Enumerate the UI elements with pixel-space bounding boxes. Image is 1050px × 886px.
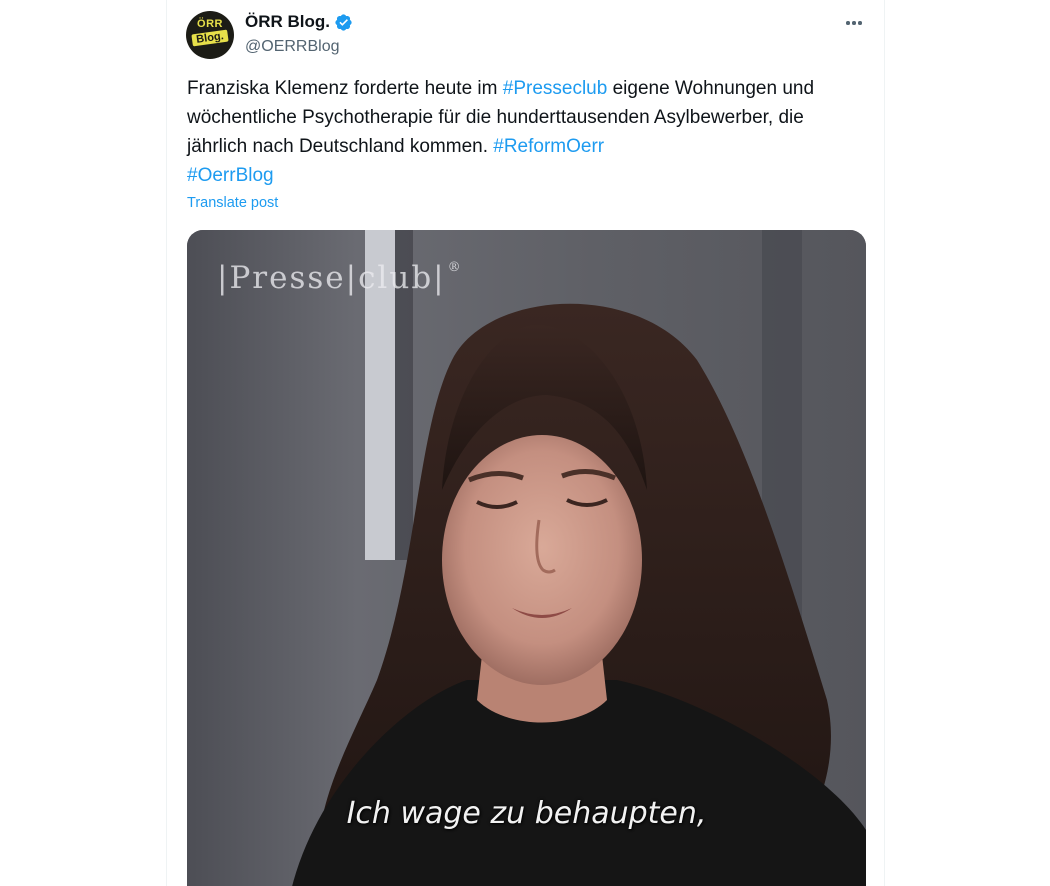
avatar[interactable]: ÖRR Blog.	[186, 11, 234, 59]
video-subtitle: Ich wage zu behaupten,	[346, 796, 707, 831]
translate-post-link[interactable]: Translate post	[187, 195, 278, 211]
tweet-text: Franziska Klemenz forderte heute im #Pre…	[187, 74, 847, 190]
more-options-button[interactable]	[841, 10, 867, 36]
hashtag-presseclub[interactable]: #Presseclub	[503, 78, 608, 99]
more-dot	[858, 21, 862, 25]
tweet-card[interactable]: ÖRR Blog. ÖRR Blog. @OERRBlog Franziska …	[166, 0, 885, 886]
avatar-logo: ÖRR Blog.	[191, 18, 229, 52]
avatar-logo-bottom: Blog.	[191, 29, 229, 47]
more-dot	[852, 21, 856, 25]
video-frame	[187, 230, 866, 886]
hashtag-oerrblog[interactable]: #OerrBlog	[187, 165, 274, 186]
display-name[interactable]: ÖRR Blog.	[245, 12, 330, 32]
hashtag-reformoerr[interactable]: #ReformOerr	[493, 136, 604, 157]
video-player[interactable]: |Presse|club| ® Ich wage zu behaupten,	[187, 230, 866, 886]
author-name-row[interactable]: ÖRR Blog.	[245, 12, 353, 32]
show-logo-watermark: |Presse|club| ®	[217, 260, 463, 296]
avatar-logo-top: ÖRR	[197, 18, 223, 30]
show-logo-mark: ®	[447, 260, 463, 275]
page: ÖRR Blog. ÖRR Blog. @OERRBlog Franziska …	[0, 0, 1050, 886]
show-logo-text: |Presse|club|	[217, 260, 446, 296]
verified-badge-icon[interactable]	[334, 13, 353, 32]
author-handle[interactable]: @OERRBlog	[245, 38, 340, 56]
more-dots-icon	[846, 21, 850, 25]
tweet-text-part1: Franziska Klemenz forderte heute im	[187, 78, 503, 99]
